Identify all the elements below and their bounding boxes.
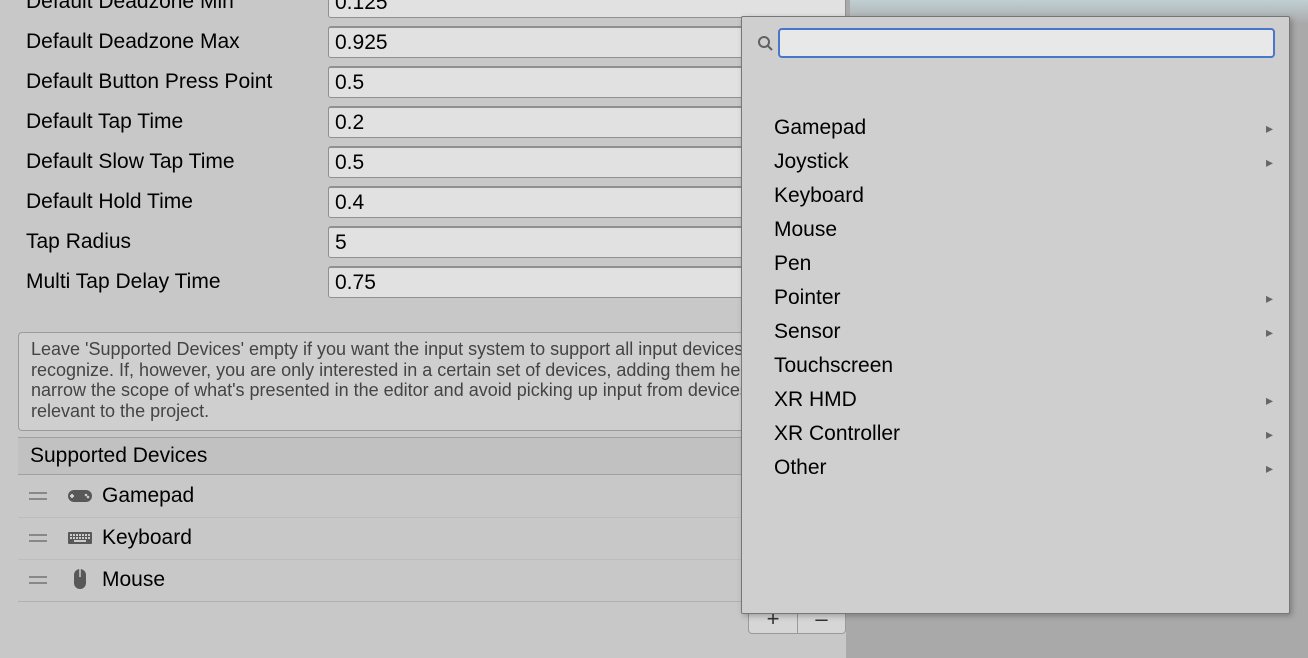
drag-handle-icon[interactable] [26,534,50,542]
setting-label: Default Tap Time [26,110,328,134]
setting-label: Tap Radius [26,230,328,254]
device-picker-item-label: XR Controller [774,422,900,446]
setting-label: Multi Tap Delay Time [26,270,328,294]
device-picker-item[interactable]: Gamepad ▸ [774,111,1275,145]
device-name-label: Gamepad [102,484,194,508]
gamepad-icon [64,486,96,506]
keyboard-icon [64,528,96,548]
supported-devices-header: Supported Devices [18,437,846,475]
chevron-right-icon: ▸ [1266,154,1273,171]
setting-row: Default Deadzone Max [18,22,846,62]
input-settings-panel: Default Deadzone Min Default Deadzone Max… [18,0,846,658]
device-picker-item[interactable]: XR HMD ▸ [774,383,1275,417]
device-picker-item-label: XR HMD [774,388,857,412]
supported-devices-help-text: Leave 'Supported Devices' empty if you w… [31,339,791,421]
chevron-right-icon: ▸ [1266,120,1273,137]
device-picker-item[interactable]: Touchscreen [774,349,1275,383]
device-picker-item[interactable]: Pen [774,247,1275,281]
device-name-label: Mouse [102,568,165,592]
setting-row: Default Button Press Point [18,62,846,102]
setting-label: Default Button Press Point [26,70,328,94]
setting-row: Default Tap Time [18,102,846,142]
device-picker-item-label: Other [774,456,827,480]
supported-devices-help-box: Leave 'Supported Devices' empty if you w… [18,332,846,431]
device-name-label: Keyboard [102,526,192,550]
setting-row: Default Deadzone Min [18,0,846,22]
drag-handle-icon[interactable] [26,576,50,584]
device-picker-item-label: Keyboard [774,184,864,208]
device-picker-item[interactable]: Keyboard [774,179,1275,213]
chevron-right-icon: ▸ [1266,324,1273,341]
device-picker-item-label: Sensor [774,320,841,344]
setting-row: Default Slow Tap Time [18,142,846,182]
supported-devices-header-label: Supported Devices [30,444,207,468]
supported-device-item[interactable]: Gamepad [18,475,846,517]
device-picker-popup: Gamepad ▸ Joystick ▸ Keyboard Mouse Pen Pointer… [741,16,1290,614]
search-icon [756,34,774,52]
setting-row: Multi Tap Delay Time [18,262,846,302]
device-picker-item-label: Pen [774,252,811,276]
device-picker-search-input[interactable] [778,28,1275,58]
chevron-right-icon: ▸ [1266,290,1273,307]
device-picker-item[interactable]: Mouse [774,213,1275,247]
supported-devices-footer: + – [18,601,846,637]
device-picker-item[interactable]: XR Controller ▸ [774,417,1275,451]
device-picker-item-label: Touchscreen [774,354,893,378]
setting-row: Tap Radius [18,222,846,262]
supported-devices-list: Gamepad Keyboard Mouse [18,475,846,601]
device-picker-search-row [742,17,1289,61]
setting-label: Default Slow Tap Time [26,150,328,174]
chevron-right-icon: ▸ [1266,426,1273,443]
device-picker-item-label: Gamepad [774,116,866,140]
device-picker-item-label: Pointer [774,286,841,310]
setting-label: Default Deadzone Min [26,0,328,14]
setting-row: Default Hold Time [18,182,846,222]
device-picker-item-label: Mouse [774,218,837,242]
chevron-right-icon: ▸ [1266,460,1273,477]
supported-device-item[interactable]: Keyboard [18,517,846,559]
mouse-icon [64,567,96,593]
supported-device-item[interactable]: Mouse [18,559,846,601]
device-picker-item[interactable]: Pointer ▸ [774,281,1275,315]
device-picker-item[interactable]: Joystick ▸ [774,145,1275,179]
device-picker-item[interactable]: Other ▸ [774,451,1275,485]
setting-label: Default Deadzone Max [26,30,328,54]
device-picker-item-label: Joystick [774,150,849,174]
device-picker-list: Gamepad ▸ Joystick ▸ Keyboard Mouse Pen Pointer… [742,61,1289,485]
drag-handle-icon[interactable] [26,492,50,500]
setting-label: Default Hold Time [26,190,328,214]
device-picker-item[interactable]: Sensor ▸ [774,315,1275,349]
chevron-right-icon: ▸ [1266,392,1273,409]
